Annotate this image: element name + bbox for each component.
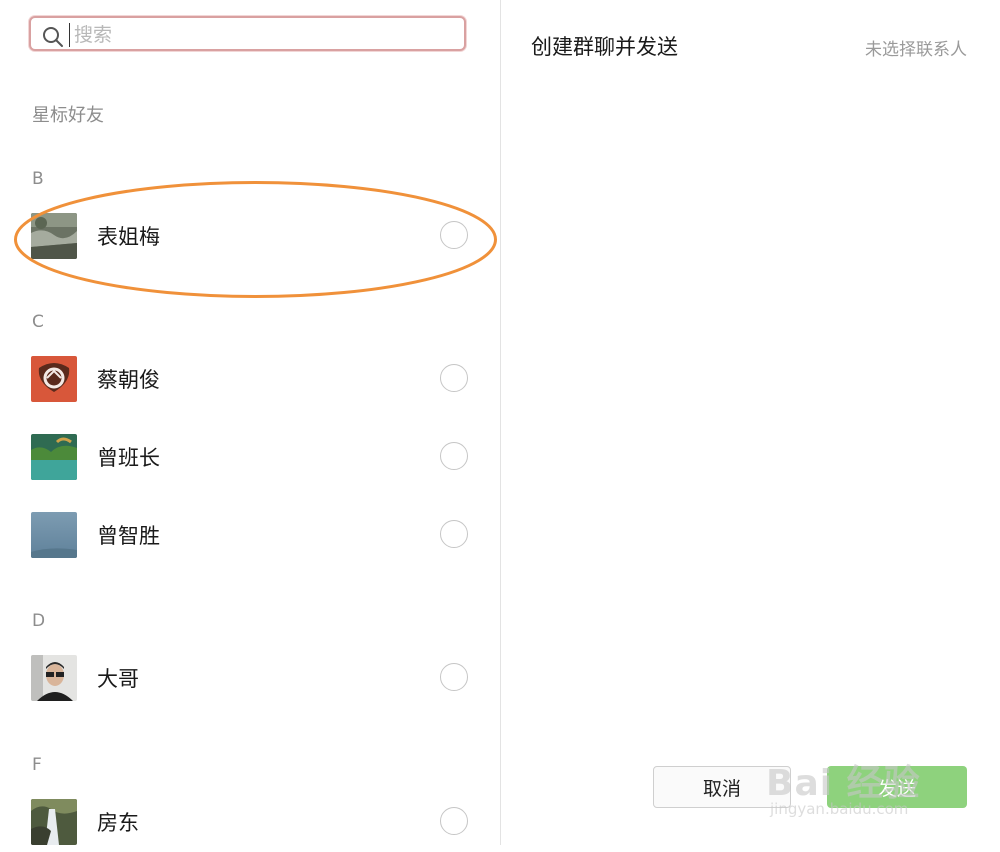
contact-row[interactable]: 房东 [0, 792, 500, 852]
select-checkbox[interactable] [440, 807, 468, 835]
contact-row[interactable]: 曾智胜 [0, 505, 500, 565]
cancel-button[interactable]: 取消 [653, 766, 791, 808]
search-icon [43, 27, 63, 47]
contact-row[interactable]: 大哥 [0, 648, 500, 708]
contact-name: 蔡朝俊 [97, 368, 160, 392]
avatar [31, 799, 77, 845]
avatar [31, 434, 77, 480]
contact-picker-pane: 星标好友 B 表姐梅 C 蔡朝俊 [0, 0, 500, 845]
search-box[interactable] [29, 16, 466, 51]
select-checkbox[interactable] [440, 364, 468, 392]
avatar [31, 655, 77, 701]
selection-status: 未选择联系人 [865, 40, 967, 60]
contact-name: 大哥 [97, 667, 139, 691]
avatar [31, 213, 77, 259]
contact-name: 表姐梅 [97, 225, 160, 249]
group-letter-d: D [32, 611, 46, 631]
group-letter-c: C [32, 312, 44, 332]
contact-row[interactable]: 表姐梅 [0, 206, 500, 266]
avatar [31, 356, 77, 402]
contact-name: 曾班长 [97, 446, 160, 470]
group-letter-f: F [32, 755, 42, 775]
selection-pane: 创建群聊并发送 未选择联系人 取消 发送 Bai 经验 jingyan.baid… [501, 0, 1000, 845]
select-checkbox[interactable] [440, 221, 468, 249]
contact-name: 房东 [97, 811, 139, 835]
select-checkbox[interactable] [440, 520, 468, 548]
contact-name: 曾智胜 [97, 524, 160, 548]
group-letter-b: B [32, 169, 44, 189]
section-starred-friends: 星标好友 [32, 105, 104, 126]
send-button[interactable]: 发送 [827, 766, 967, 808]
contact-row[interactable]: 蔡朝俊 [0, 349, 500, 409]
search-input[interactable] [69, 23, 454, 47]
contact-row[interactable]: 曾班长 [0, 427, 500, 487]
select-checkbox[interactable] [440, 663, 468, 691]
select-checkbox[interactable] [440, 442, 468, 470]
dialog-title: 创建群聊并发送 [531, 35, 678, 59]
avatar [31, 512, 77, 558]
